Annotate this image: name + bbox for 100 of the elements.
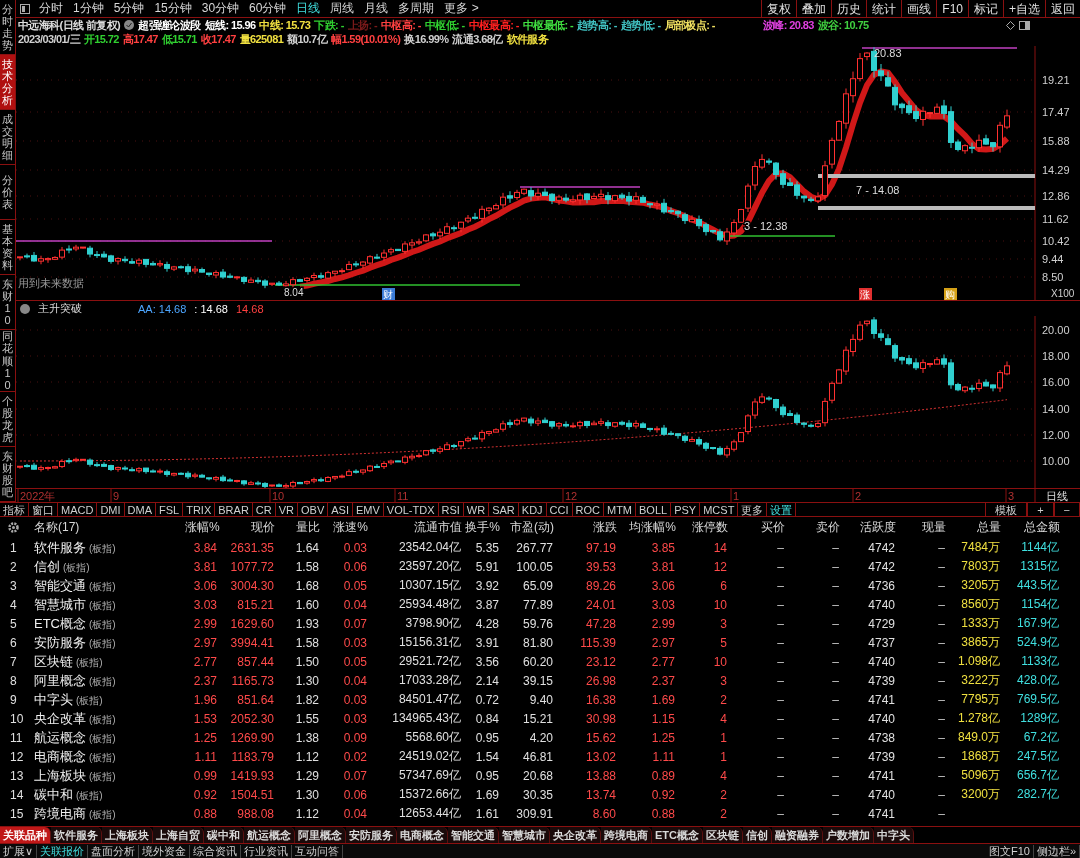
related-tab[interactable]: 阿里概念 (295, 827, 346, 843)
period-tab[interactable]: 30分钟 (196, 0, 245, 17)
period-tab[interactable]: 更多 > (439, 0, 484, 17)
event-marker[interactable]: 财 (382, 288, 395, 300)
sidebar-tab[interactable]: 技术分析 (0, 55, 15, 111)
template-button[interactable]: + (1027, 503, 1054, 516)
bottom-link[interactable]: 扩展∨ (0, 844, 38, 858)
indicator-tab[interactable]: OBV (298, 503, 329, 516)
period-tab[interactable]: 月线 (359, 0, 394, 17)
related-tab[interactable]: 户数增加 (823, 827, 874, 843)
indicator-tab[interactable]: VR (275, 503, 298, 516)
column-header[interactable]: 均涨幅% (617, 519, 676, 536)
indicator-tab[interactable]: WR (463, 503, 490, 516)
sector-name[interactable]: 阿里概念 (34, 671, 86, 690)
indicator-tab[interactable]: MCST (700, 503, 739, 516)
indicator-tab[interactable]: ASI (328, 503, 353, 516)
related-tab[interactable]: 智慧城市 (499, 827, 550, 843)
indicator-tab[interactable]: ROC (572, 503, 604, 516)
period-tab[interactable]: 5分钟 (108, 0, 150, 17)
sector-name[interactable]: 中字头 (34, 690, 73, 709)
column-header[interactable]: 涨停数 (676, 519, 728, 536)
bottom-link[interactable]: 行业资讯 (241, 844, 293, 858)
related-tab[interactable]: 中字头 (874, 827, 914, 843)
toolbar-button[interactable]: +自选 (1003, 0, 1045, 18)
indicator-tab[interactable]: KDJ (518, 503, 547, 516)
related-tab[interactable]: 安防服务 (346, 827, 397, 843)
period-tab[interactable]: 日线 (291, 0, 326, 17)
indicator-tab[interactable]: SAR (489, 503, 519, 516)
period-tab[interactable]: 多周期 (393, 0, 440, 17)
toolbar-button[interactable]: 历史 (831, 0, 867, 18)
indicator-tab[interactable]: EMV (352, 503, 384, 516)
column-header[interactable]: 名称(17) (30, 519, 185, 536)
toolbar-button[interactable]: 画线 (901, 0, 937, 18)
bottom-link[interactable]: 境外资金 (139, 844, 191, 858)
related-tab[interactable]: 上海自贸 (153, 827, 204, 843)
sector-name[interactable]: ETC概念 (34, 614, 86, 633)
indicator-tab[interactable]: DMA (124, 503, 156, 516)
related-tab[interactable]: 跨境电商 (601, 827, 652, 843)
column-header[interactable]: 现量 (896, 519, 946, 536)
column-header[interactable]: 买价 (728, 519, 785, 536)
bottom-link[interactable]: 图文F10 (985, 844, 1034, 858)
bottom-link[interactable]: 综合资讯 (190, 844, 242, 858)
toolbar-button[interactable]: 复权 (761, 0, 797, 18)
indicator-tab[interactable]: 设置 (767, 503, 797, 516)
indicator-tab[interactable]: VOL-TDX (383, 503, 439, 516)
indicator-tab[interactable]: 窗口 (29, 503, 58, 516)
indicator-tab[interactable]: TRIX (183, 503, 216, 516)
sector-name[interactable]: 智慧城市 (34, 595, 86, 614)
indicator-tab[interactable]: MACD (58, 503, 98, 516)
column-header[interactable]: 总金额 (1001, 519, 1060, 536)
related-tab[interactable]: ETC概念 (652, 827, 703, 843)
period-tab[interactable]: 60分钟 (244, 0, 292, 17)
indicator-tab[interactable]: BOLL (636, 503, 672, 516)
indicator-tab[interactable]: PSY (671, 503, 701, 516)
column-header[interactable]: 量比 (275, 519, 320, 536)
related-tab[interactable]: 区块链 (703, 827, 743, 843)
indicator-tab[interactable]: 更多 (738, 503, 768, 516)
related-tab[interactable]: 碳中和 (204, 827, 244, 843)
template-button[interactable]: − (1053, 503, 1080, 516)
sector-name[interactable]: 跨境电商 (34, 804, 86, 823)
column-header[interactable]: 流通市值 (368, 519, 462, 536)
period-tab[interactable]: 周线 (325, 0, 360, 17)
column-header[interactable]: 市盈(动) (500, 519, 554, 536)
sector-name[interactable]: 智能交通 (34, 576, 86, 595)
sector-name[interactable]: 电商概念 (34, 747, 86, 766)
event-marker[interactable]: 涨 (859, 288, 872, 300)
period-tab[interactable]: 分时 (34, 0, 68, 17)
related-tab[interactable]: 上海板块 (102, 827, 153, 843)
sector-name[interactable]: 央企改革 (34, 709, 86, 728)
column-header[interactable]: 涨速% (320, 519, 368, 536)
indicator-tab[interactable]: CCI (546, 503, 573, 516)
toolbar-button[interactable]: F10 (936, 0, 968, 18)
related-tab[interactable]: 电商概念 (397, 827, 448, 843)
indicator-tab[interactable]: CR (252, 503, 276, 516)
bottom-link[interactable]: 盘面分析 (88, 844, 140, 858)
period-tab[interactable]: 1分钟 (68, 0, 109, 17)
indicator-tab[interactable]: MTM (604, 503, 637, 516)
period-tab[interactable]: 15分钟 (149, 0, 197, 17)
column-header[interactable]: 活跃度 (840, 519, 896, 536)
related-tab[interactable]: 信创 (743, 827, 772, 843)
column-header[interactable]: 卖价 (785, 519, 840, 536)
related-tab[interactable]: 软件服务 (51, 827, 102, 843)
toolbar-button[interactable]: 叠加 (796, 0, 832, 18)
sidebar-tab[interactable]: 东财10 (0, 275, 15, 331)
template-button[interactable]: 模板 (985, 503, 1028, 516)
related-tab[interactable]: 央企改革 (550, 827, 601, 843)
sector-name[interactable]: 上海板块 (34, 766, 86, 785)
sector-name[interactable]: 信创 (34, 557, 60, 576)
sector-name[interactable]: 软件服务 (34, 538, 86, 557)
column-header[interactable]: 涨跌 (554, 519, 617, 536)
bottom-link[interactable]: 侧边栏» (1033, 844, 1080, 858)
sector-name[interactable]: 安防服务 (34, 633, 86, 652)
column-header[interactable]: 总量 (946, 519, 1001, 536)
toolbar-button[interactable]: 统计 (866, 0, 902, 18)
sector-name[interactable]: 碳中和 (34, 785, 73, 804)
sector-name[interactable]: 区块链 (34, 652, 73, 671)
sidebar-tab[interactable]: 同花顺10 (0, 330, 15, 392)
toolbar-button[interactable]: 返回 (1045, 0, 1080, 18)
column-header[interactable]: 涨幅% (185, 519, 218, 536)
indicator-tab[interactable]: RSI (438, 503, 464, 516)
